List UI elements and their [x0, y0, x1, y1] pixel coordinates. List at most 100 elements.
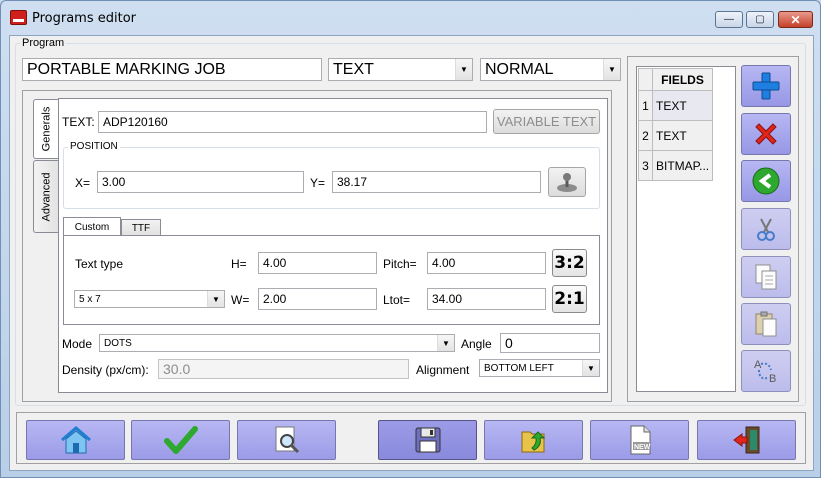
row-index: 1 [638, 90, 653, 121]
exit-button[interactable] [697, 420, 796, 460]
tab-advanced[interactable]: Advanced [33, 160, 59, 233]
font-value: 5 x 7 [79, 293, 101, 305]
home-button[interactable] [26, 420, 125, 460]
row-index: 3 [638, 150, 653, 181]
new-document-icon: NEW [630, 425, 651, 455]
title-bar[interactable]: Programs editor — ▢ ✕ [1, 1, 820, 35]
minimize-button[interactable]: — [715, 11, 743, 28]
tab-custom-label: Custom [74, 221, 110, 233]
table-row[interactable]: 2 TEXT [638, 120, 713, 151]
save-button[interactable] [378, 420, 477, 460]
y-label: Y= [310, 176, 326, 190]
svg-text:B: B [769, 373, 776, 385]
ltot-input[interactable]: 34.00 [427, 288, 546, 310]
maximize-icon: ▢ [755, 14, 765, 25]
back-button[interactable] [741, 160, 791, 202]
position-group-label: POSITION [68, 141, 120, 152]
open-folder-icon [521, 431, 545, 453]
ltot-label: Ltot= [383, 293, 411, 307]
row-index: 2 [638, 120, 653, 151]
cut-icon [757, 218, 775, 241]
y-input[interactable]: 38.17 [332, 171, 541, 193]
custom-font-box [63, 235, 600, 325]
copy-button[interactable] [741, 256, 791, 298]
density-input: 30.0 [158, 359, 409, 379]
tab-advanced-label: Advanced [40, 172, 53, 221]
add-field-button[interactable] [741, 65, 791, 107]
font-select[interactable]: 5 x 7 ▼ [74, 290, 225, 308]
table-row[interactable]: 3 BITMAP... [638, 150, 713, 181]
w-input[interactable]: 2.00 [258, 288, 377, 310]
x-label: X= [75, 176, 91, 190]
mode-value: DOTS [104, 337, 132, 349]
row-name[interactable]: TEXT [652, 120, 713, 151]
confirm-icon [163, 426, 198, 454]
row-name[interactable]: TEXT [652, 90, 713, 121]
ratio-3-2-label: 3:2 [554, 253, 585, 273]
chevron-down-icon[interactable]: ▼ [582, 360, 599, 376]
minimize-icon: — [724, 14, 734, 25]
fields-header: FIELDS [652, 68, 713, 91]
sort-button[interactable]: A B [741, 350, 791, 392]
paste-button[interactable] [741, 303, 791, 345]
exit-icon [732, 426, 759, 454]
ratio-2-1-label: 2:1 [554, 289, 585, 309]
open-button[interactable] [484, 420, 583, 460]
ratio-2-1-button[interactable]: 2:1 [552, 285, 587, 313]
tab-custom[interactable]: Custom [63, 217, 121, 236]
w-label: W= [231, 293, 250, 307]
chevron-down-icon[interactable]: ▼ [207, 291, 224, 307]
angle-input[interactable]: 0 [500, 333, 600, 353]
new-document-button[interactable]: NEW [590, 420, 689, 460]
new-doc-text: NEW [634, 444, 651, 451]
text-type-label: Text type [75, 257, 124, 271]
maximize-button[interactable]: ▢ [746, 11, 774, 28]
close-button[interactable]: ✕ [778, 11, 813, 28]
alignment-value: BOTTOM LEFT [484, 362, 554, 374]
fields-list[interactable]: FIELDS 1 TEXT 2 TEXT 3 BITMAP... [636, 66, 736, 392]
program-mode-select[interactable]: NORMAL ▼ [480, 58, 621, 81]
variable-text-button[interactable]: VARIABLE TEXT [493, 109, 600, 134]
mode-label: Mode [62, 337, 93, 351]
app-logo-icon [10, 10, 27, 25]
chevron-down-icon[interactable]: ▼ [455, 59, 472, 80]
angle-label: Angle [461, 337, 492, 351]
tab-generals-label: Generals [40, 106, 53, 152]
paste-icon [755, 311, 777, 337]
back-icon [752, 167, 780, 195]
tab-ttf[interactable]: TTF [121, 219, 161, 236]
program-name-input[interactable]: PORTABLE MARKING JOB [22, 58, 322, 81]
fields-table: FIELDS 1 TEXT 2 TEXT 3 BITMAP... [638, 68, 713, 181]
tab-generals[interactable]: Generals [33, 99, 59, 159]
fields-header-corner [638, 68, 653, 91]
alignment-select[interactable]: BOTTOM LEFT ▼ [479, 359, 600, 377]
density-label: Density (px/cm): [62, 363, 149, 377]
joystick-icon [557, 173, 577, 192]
cut-button[interactable] [741, 208, 791, 250]
home-icon [60, 426, 91, 454]
delete-field-button[interactable] [741, 113, 791, 155]
add-icon [752, 72, 780, 100]
chevron-down-icon[interactable]: ▼ [603, 59, 620, 80]
text-input[interactable]: ADP120160 [98, 111, 487, 133]
confirm-button[interactable] [131, 420, 230, 460]
delete-icon [755, 123, 777, 145]
program-type-select[interactable]: TEXT ▼ [328, 58, 473, 81]
ratio-3-2-button[interactable]: 3:2 [552, 249, 587, 277]
joystick-position-button[interactable] [548, 167, 586, 197]
chevron-down-icon[interactable]: ▼ [437, 335, 454, 351]
program-type-value: TEXT [333, 60, 374, 78]
mode-select[interactable]: DOTS ▼ [99, 334, 455, 352]
x-input[interactable]: 3.00 [97, 171, 304, 193]
table-row[interactable]: 1 TEXT [638, 90, 713, 121]
variable-text-label: VARIABLE TEXT [496, 114, 597, 129]
row-name[interactable]: BITMAP... [652, 150, 713, 181]
tab-ttf-label: TTF [131, 222, 151, 234]
preview-button[interactable] [237, 420, 336, 460]
pitch-input[interactable]: 4.00 [427, 252, 546, 274]
window-title: Programs editor [32, 11, 137, 26]
h-input[interactable]: 4.00 [258, 252, 377, 274]
svg-text:A: A [754, 359, 762, 371]
program-group-label: Program [20, 37, 67, 49]
close-icon: ✕ [790, 12, 801, 27]
